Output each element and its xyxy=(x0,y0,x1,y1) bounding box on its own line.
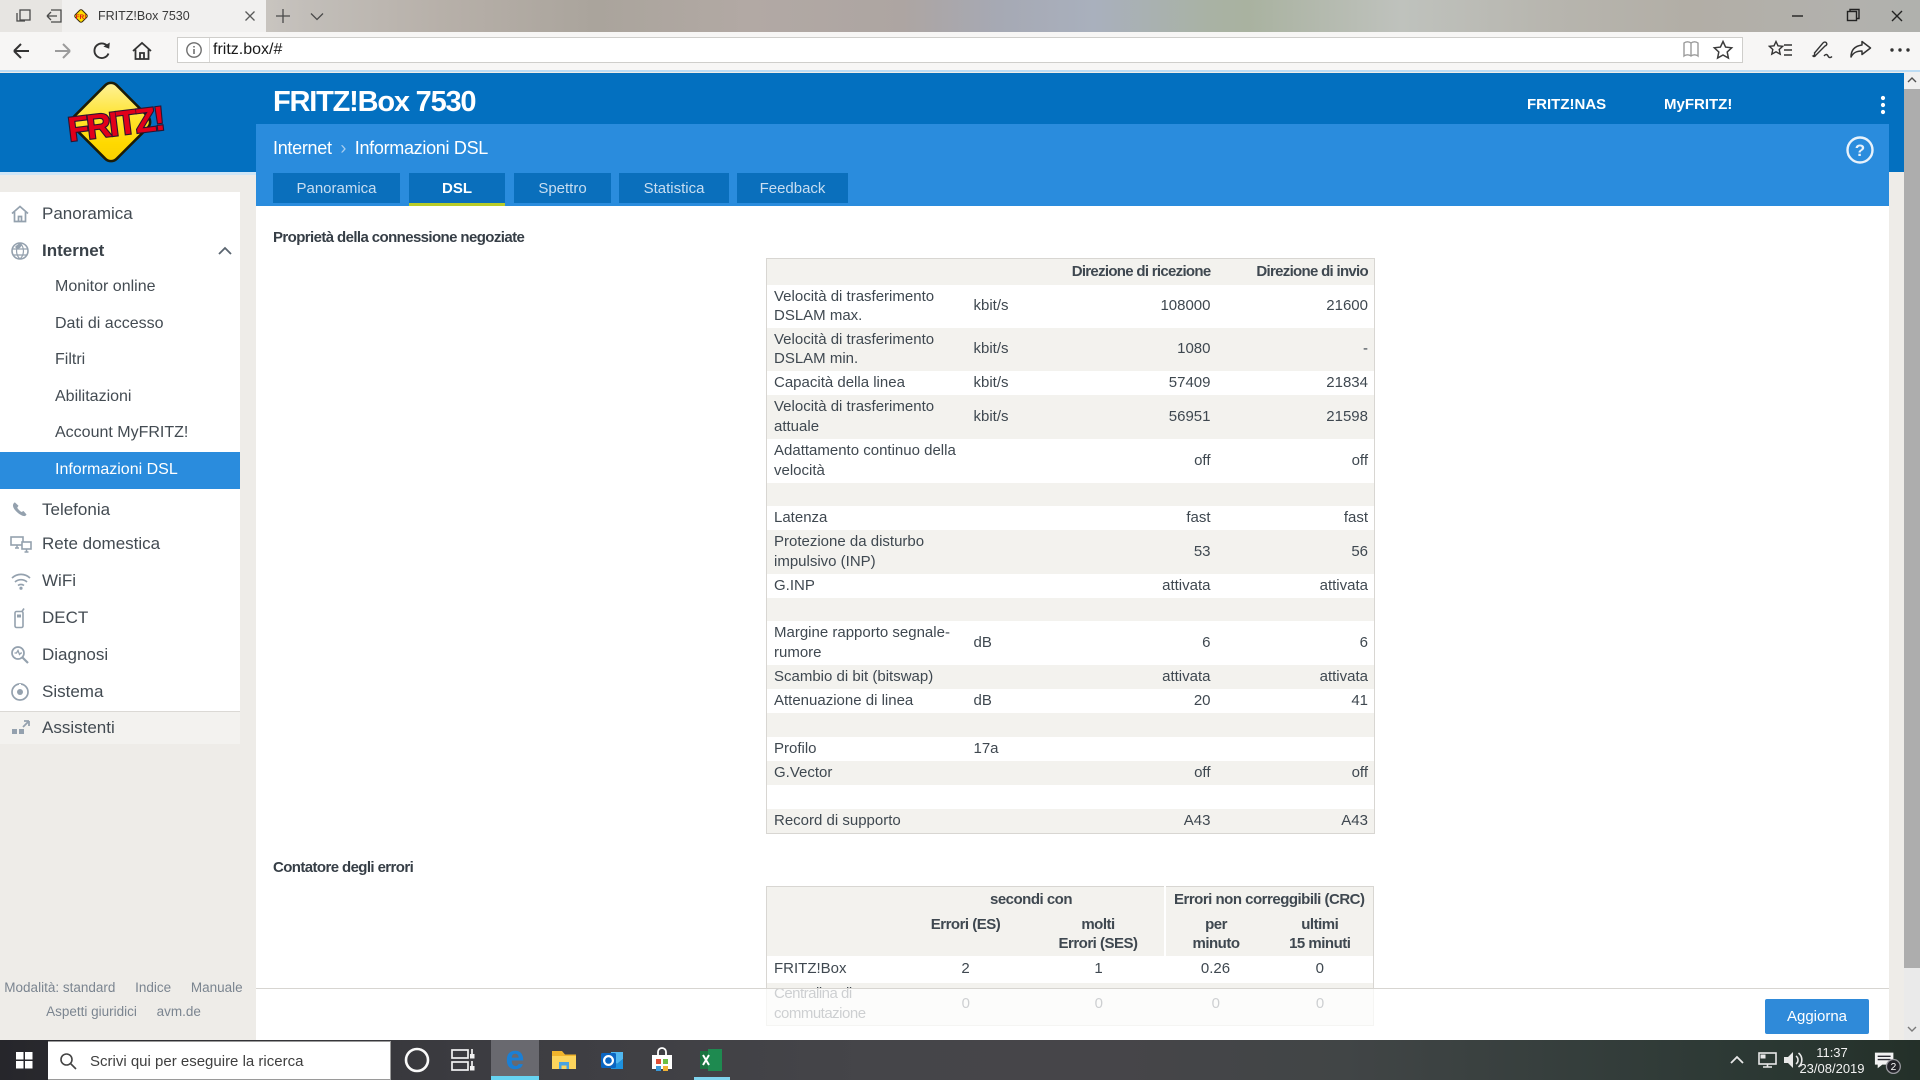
svg-text:2: 2 xyxy=(1891,1062,1897,1073)
svg-text:FR!: FR! xyxy=(76,14,87,21)
svg-text:FRITZ!: FRITZ! xyxy=(66,100,166,149)
svg-text:?: ? xyxy=(1855,141,1865,160)
